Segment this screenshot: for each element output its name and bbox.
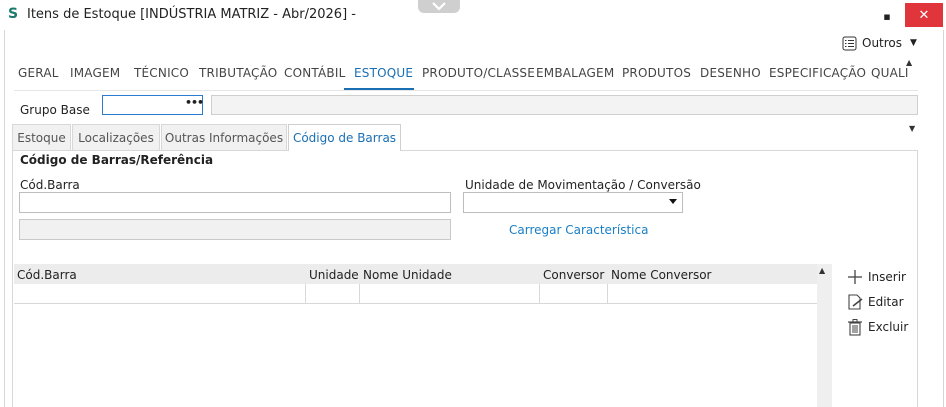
minimize-icon: ▪ [883,9,891,23]
active-subtab-joiner [289,149,400,151]
edit-icon [848,294,863,310]
insert-button[interactable]: Inserir [846,268,906,286]
scroll-down-icon[interactable]: ▼ [909,124,915,133]
table-row[interactable] [14,284,817,304]
tab-imagem[interactable]: IMAGEM [70,66,120,80]
caret-down-icon: ▼ [910,38,917,48]
carregar-caracteristica-link[interactable]: Carregar Característica [509,223,648,237]
unidade-label: Unidade de Movimentação / Conversão [465,178,701,192]
tab-estoque[interactable]: ESTOQUE [354,66,413,80]
lookup-button[interactable]: ••• [185,96,204,109]
tab-desenho[interactable]: DESENHO [700,66,761,80]
outros-menu-button[interactable]: Outros ▼ [842,34,917,52]
edit-label: Editar [868,295,904,309]
grid-scrollbar[interactable] [817,264,832,407]
title-dropdown-button[interactable] [418,0,460,13]
subtab-outras-informacoes[interactable]: Outras Informações [161,124,287,150]
subtab-estoque[interactable]: Estoque [12,124,71,150]
column-divider [539,284,540,304]
delete-label: Excluir [868,320,909,334]
unidade-select[interactable] [463,192,683,213]
close-button[interactable]: ✕ [905,3,943,27]
section-title: Código de Barras/Referência [20,153,214,167]
scroll-up-icon[interactable]: ▲ [819,266,825,275]
cod-barra-label: Cód.Barra [20,178,80,192]
plus-icon [848,270,862,284]
grupo-base-label: Grupo Base [20,103,90,117]
tab-produto-classe[interactable]: PRODUTO/CLASSE [422,66,535,80]
column-header-conversor[interactable]: Conversor [543,268,604,282]
app-logo-icon: S [8,6,19,22]
minimize-button[interactable]: ▪ [878,8,896,24]
tab-produtos[interactable]: PRODUTOS [622,66,691,80]
close-icon: ✕ [918,7,930,23]
column-divider [305,284,306,304]
window-title: Itens de Estoque [INDÚSTRIA MATRIZ - Abr… [27,7,356,22]
tab-embalagem[interactable]: EMBALAGEM [536,66,614,80]
trash-icon [848,319,862,336]
column-divider [607,284,608,304]
insert-label: Inserir [868,270,906,284]
tab-especificacao[interactable]: ESPECIFICAÇÃO [769,66,866,80]
outros-label: Outros [862,36,903,50]
tab-divider [14,90,918,91]
list-icon [842,36,857,50]
subtab-codigo-de-barras[interactable]: Código de Barras [288,124,401,151]
column-divider [359,284,360,304]
tab-qualidade[interactable]: QUALI [871,66,909,80]
cod-barra-input[interactable] [19,192,451,213]
column-header-nome-conversor[interactable]: Nome Conversor [611,268,711,282]
tab-contabil[interactable]: CONTÁBIL [284,66,345,80]
cod-barra-secondary-field [19,219,451,240]
column-header-nome-unidade[interactable]: Nome Unidade [363,268,452,282]
tab-geral[interactable]: GERAL [18,66,59,80]
dropdown-caret-icon[interactable] [668,198,678,205]
grupo-base-description-field [211,95,918,115]
edit-button[interactable]: Editar [846,293,904,311]
chevron-down-icon [432,2,446,11]
scroll-up-icon[interactable]: ▲ [906,58,912,67]
subtab-localizacoes[interactable]: Localizações [72,124,160,150]
column-header-cod-barra[interactable]: Cód.Barra [17,268,77,282]
column-header-unidade[interactable]: Unidade [309,268,359,282]
tab-tecnico[interactable]: TÉCNICO [134,66,189,80]
tab-tributacao[interactable]: TRIBUTAÇÃO [199,66,277,80]
delete-button[interactable]: Excluir [846,318,908,336]
